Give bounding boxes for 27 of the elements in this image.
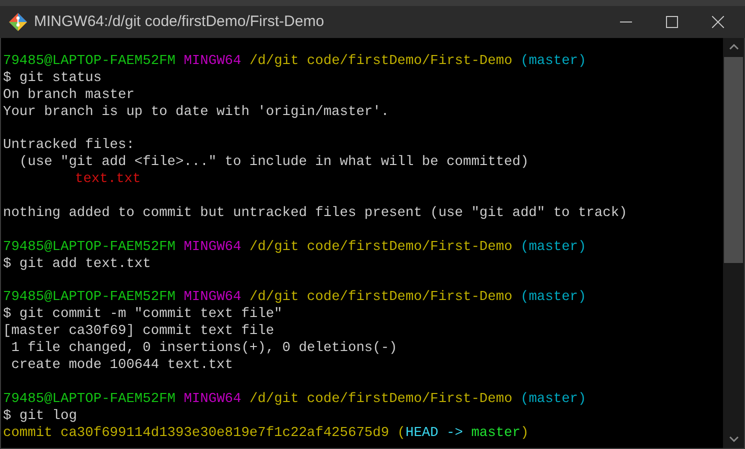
terminal-line: (use "git add <file>..." to include in what will be committed) <box>18 155 529 172</box>
scroll-up-icon <box>728 44 738 50</box>
terminal-line: $ git commit -m "commit text file" <box>3 307 282 324</box>
scrollbar-thumb[interactable] <box>724 57 743 263</box>
terminal-line: 79485@LAPTOP-FAEM52FM MINGW64 /d/git code/firstDemo/First-Demo (master) <box>3 54 586 71</box>
terminal-line: 1 file changed, 0 insertions(+), 0 deletions(-) <box>10 341 398 358</box>
terminal-line: Your branch is up to date with 'origin/master'. <box>3 104 390 122</box>
terminal-line: nothing added to commit but untracked files present (use "git add" to track) <box>3 206 628 223</box>
terminal-line: Untracked files: <box>3 138 134 155</box>
minimize-icon <box>620 21 632 23</box>
scrollbar[interactable] <box>723 38 744 448</box>
terminal-line: $ git status <box>3 70 102 88</box>
git-diamond-icon <box>9 13 27 31</box>
maximize-icon <box>666 16 678 28</box>
terminal-line: $ git add text.txt <box>3 256 151 274</box>
terminal-line: commit ca30f699114d1393e30e819e7f1c22af425675d9 (HEAD -> master) <box>3 426 529 442</box>
terminal-line: text.txt <box>74 172 141 190</box>
scroll-down-icon <box>728 436 738 442</box>
terminal-line: On branch master <box>3 88 134 105</box>
terminal-line: 79485@LAPTOP-FAEM52FM MINGW64 /d/git code/firstDemo/First-Demo (master) <box>3 240 586 257</box>
terminal-line: 79485@LAPTOP-FAEM52FM MINGW64 /d/git code/firstDemo/First-Demo (master) <box>3 392 586 409</box>
terminal-line: create mode 100644 text.txt <box>10 358 233 375</box>
terminal-line: 79485@LAPTOP-FAEM52FM MINGW64 /d/git code/firstDemo/First-Demo (master) <box>3 290 586 307</box>
terminal-line: [master ca30f69] commit text file <box>3 324 274 341</box>
terminal-line: $ git log <box>3 408 77 426</box>
close-icon <box>712 16 724 28</box>
window-title: MINGW64:/d/git code/firstDemo/First-Demo <box>34 12 324 32</box>
